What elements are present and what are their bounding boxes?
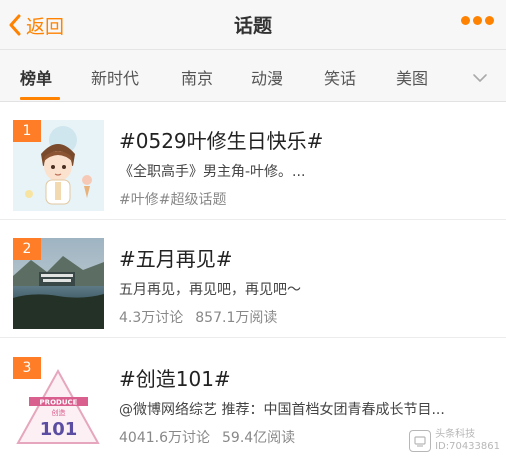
topic-thumbnail: 2 (13, 238, 104, 329)
more-dot (485, 16, 494, 25)
watermark-line1: 头条科技 (435, 429, 476, 440)
topic-description: 《全职高手》男主角-叶修。... (119, 164, 306, 180)
watermark-line2: ID:70433861 (435, 441, 500, 452)
topic-tags: #叶修#超级话题 (119, 192, 227, 208)
list-item[interactable]: 2 #五月再见# 五月再见，再见吧，再见吧～ 4.3万讨论 857.1万阅读 (0, 221, 506, 338)
svg-text:创造: 创造 (52, 408, 66, 417)
list-item[interactable]: 1 #0529叶修生日快乐# 《全职高手》男主角-叶修。... #叶修#超级话题 (0, 103, 506, 220)
rank-badge: 3 (13, 357, 41, 379)
topic-stats: 4.3万讨论 857.1万阅读 (119, 307, 277, 327)
category-tabs: 榜单 新时代 南京 动漫 笑话 美图 (0, 50, 506, 102)
navigation-bar: 返回 话题 (0, 0, 506, 50)
read-count: 59.4亿阅读 (222, 430, 296, 446)
tab-new-era[interactable]: 新时代 (91, 65, 139, 89)
svg-text:PRODUCE: PRODUCE (40, 399, 78, 407)
watermark-logo-icon (409, 430, 432, 452)
topic-thumbnail: 1 (13, 120, 104, 211)
more-dots-icon (461, 16, 470, 25)
discussion-count: 4.3万讨论 (119, 310, 184, 326)
tab-rankings[interactable]: 榜单 (20, 65, 52, 89)
topic-title: #五月再见# (119, 247, 233, 271)
svg-text:101: 101 (40, 419, 78, 440)
rank-badge: 2 (13, 238, 41, 260)
read-count: 857.1万阅读 (195, 310, 278, 326)
watermark-text: 头条科技 ID:70433861 (435, 429, 500, 453)
chevron-down-icon[interactable] (472, 68, 488, 87)
page-title: 话题 (233, 15, 272, 37)
topic-title: #0529叶修生日快乐# (119, 129, 324, 153)
active-tab-indicator (20, 97, 60, 100)
tab-pictures[interactable]: 美图 (396, 65, 428, 89)
tab-nanjing[interactable]: 南京 (181, 65, 213, 89)
topic-stats: 4041.6万讨论 59.4亿阅读 (119, 427, 295, 447)
tab-anime[interactable]: 动漫 (251, 65, 283, 89)
discussion-count: 4041.6万讨论 (119, 430, 210, 446)
more-options-button[interactable] (461, 16, 494, 25)
topic-description: 五月再见，再见吧，再见吧～ (119, 282, 301, 298)
more-dot (473, 16, 482, 25)
tab-jokes[interactable]: 笑话 (324, 65, 356, 89)
topic-description: @微博网络综艺 推荐：中国首档女团青春成长节目... (119, 402, 445, 418)
topic-title: #创造101# (119, 367, 231, 391)
topic-thumbnail: PRODUCE 创造 101 3 (13, 357, 104, 448)
rank-badge: 1 (13, 120, 41, 142)
watermark: 头条科技 ID:70433861 (409, 429, 500, 453)
